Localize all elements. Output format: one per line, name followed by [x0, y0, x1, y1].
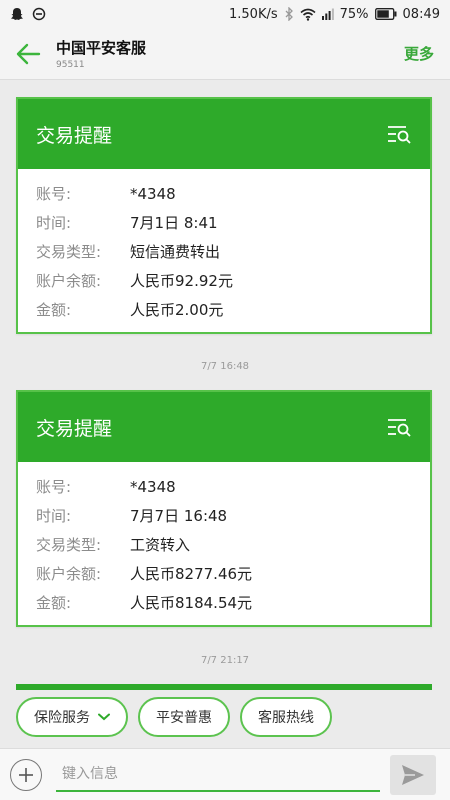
battery-icon: [374, 8, 397, 20]
hotline-button[interactable]: 客服热线: [240, 697, 332, 737]
message-timestamp: 7/7 21:17: [200, 655, 250, 666]
partial-card-header: [16, 684, 432, 690]
puhui-button[interactable]: 平安普惠: [138, 697, 230, 737]
signal-icon: [321, 8, 334, 20]
transaction-card: 交易提醒 账号: *4348 时间: 7月1日 8:41 交易类型: 短信通费转…: [16, 97, 432, 334]
network-speed: 1.50K/s: [229, 6, 278, 22]
row-account: 账号: *4348: [36, 477, 176, 497]
plus-icon: [18, 767, 34, 783]
battery-level: 75%: [339, 6, 369, 22]
row-balance: 账户余额: 人民币8277.46元: [36, 565, 253, 583]
send-button[interactable]: [390, 754, 436, 795]
row-amount: 金额: 人民币8184.54元: [36, 594, 253, 612]
list-search-icon[interactable]: [386, 124, 412, 144]
status-bar: 1.50K/s 75% 08:49: [0, 0, 450, 28]
send-icon: [401, 764, 425, 786]
message-input-bar: [0, 748, 450, 800]
row-account: 账号: *4348: [36, 184, 176, 204]
row-time: 时间: 7月1日 8:41: [36, 214, 218, 232]
wifi-icon: [300, 8, 316, 21]
row-balance: 账户余额: 人民币92.92元: [36, 272, 233, 290]
chevron-down-icon: [98, 713, 110, 721]
chat-title: 中国平安客服: [56, 39, 147, 57]
add-button[interactable]: [10, 758, 42, 791]
quick-reply-bar: 保险服务 平安普惠 客服热线: [0, 692, 450, 742]
row-type: 交易类型: 短信通费转出: [36, 243, 221, 261]
card-header: 交易提醒: [18, 99, 430, 169]
row-time: 时间: 7月7日 16:48: [36, 507, 228, 525]
chat-number: 95511: [56, 60, 85, 70]
minus-circle-icon: [32, 7, 46, 21]
bluetooth-icon: [284, 7, 294, 21]
clock: 08:49: [402, 6, 440, 22]
insurance-service-button[interactable]: 保险服务: [16, 697, 128, 737]
chat-header: 中国平安客服 95511 更多: [0, 28, 450, 80]
list-search-icon[interactable]: [386, 417, 412, 437]
message-input[interactable]: [56, 757, 380, 792]
arrow-left-icon: [15, 43, 41, 65]
card-title: 交易提醒: [36, 417, 113, 440]
card-header: 交易提醒: [18, 392, 430, 462]
snapchat-icon: [10, 7, 24, 21]
card-title: 交易提醒: [36, 124, 113, 147]
row-amount: 金额: 人民币2.00元: [36, 301, 224, 319]
back-button[interactable]: [0, 28, 56, 80]
transaction-card: 交易提醒 账号: *4348 时间: 7月7日 16:48 交易类型: 工资转入…: [16, 390, 432, 627]
row-type: 交易类型: 工资转入: [36, 536, 191, 554]
more-button[interactable]: 更多: [404, 43, 434, 64]
message-timestamp: 7/7 16:48: [200, 361, 250, 372]
